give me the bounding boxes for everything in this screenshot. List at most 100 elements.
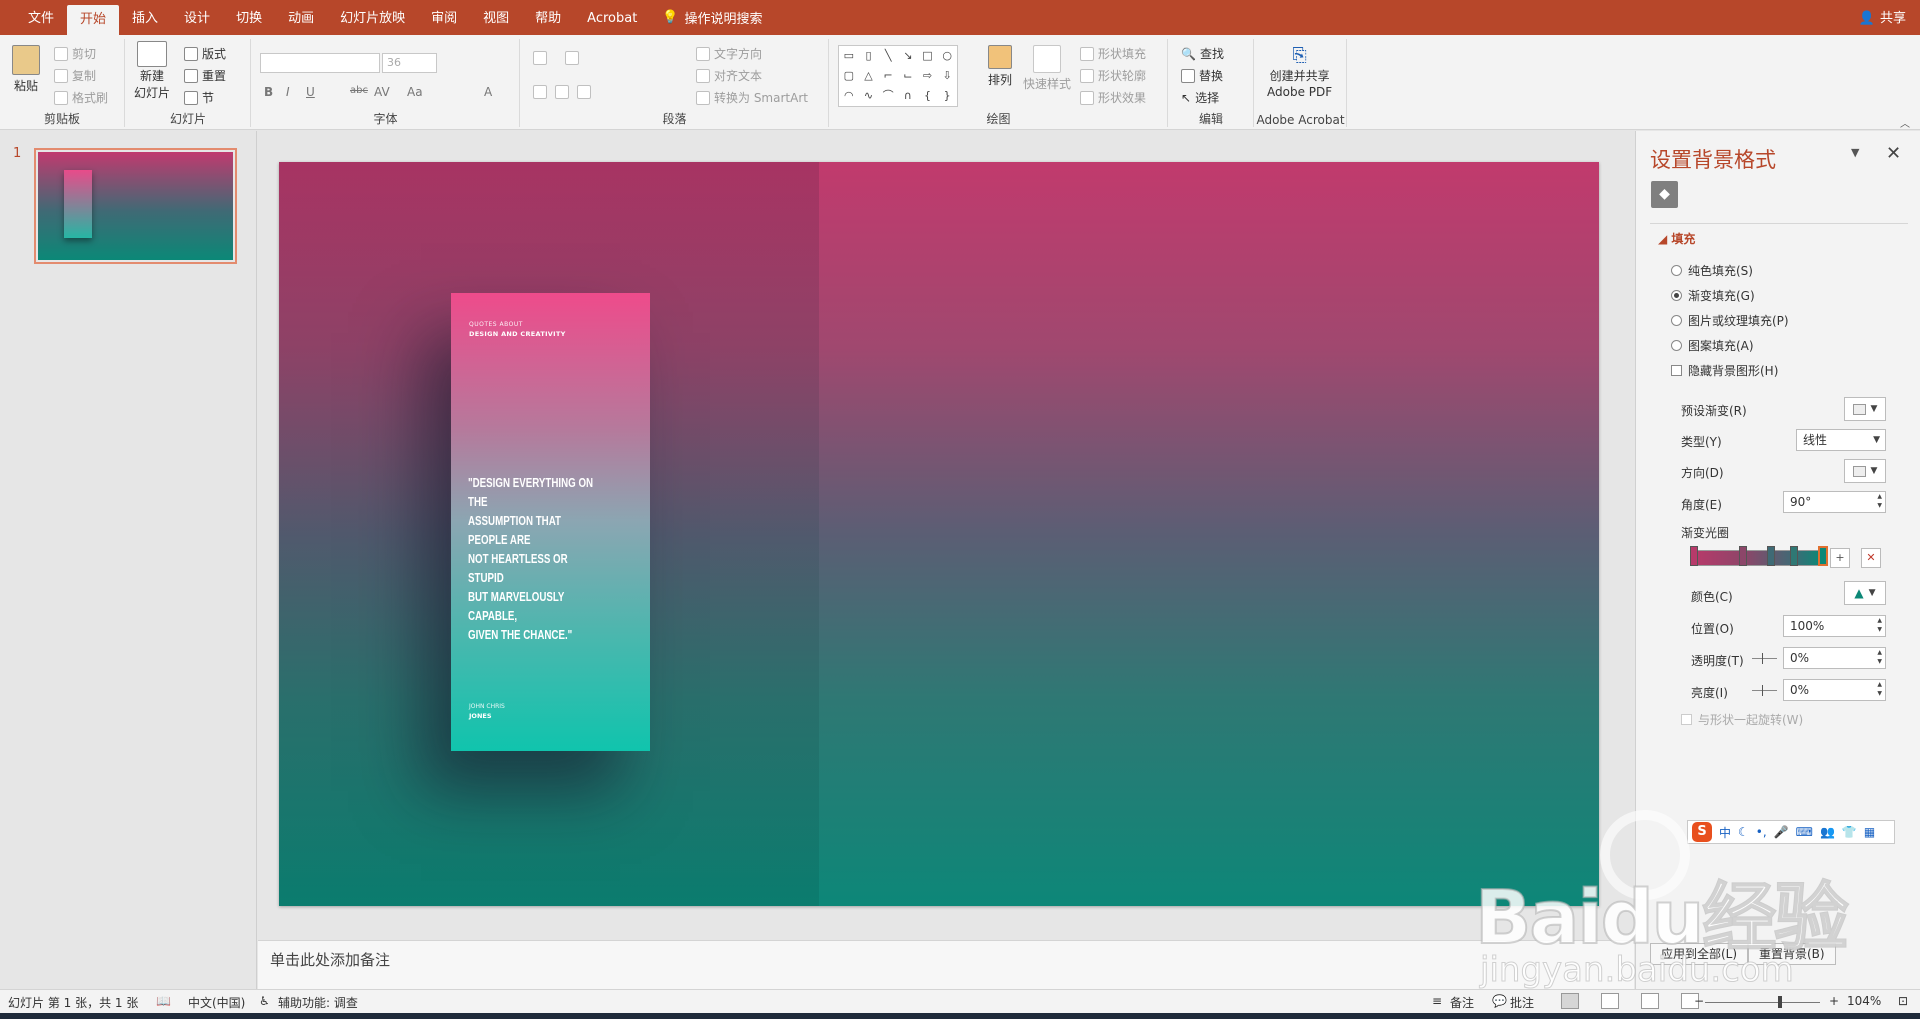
triangle-shape-icon[interactable]: △ [859, 66, 879, 86]
down-arrow-shape-icon[interactable]: ⇩ [937, 66, 957, 86]
stop-color-picker[interactable]: ▲ ▼ [1844, 581, 1886, 605]
apply-to-all-button[interactable]: 应用到全部(L) [1650, 943, 1749, 965]
brightness-slider[interactable] [1752, 685, 1777, 696]
fill-bucket-icon[interactable]: ◆ [1651, 181, 1678, 208]
shape-outline-button[interactable]: 形状轮廓 [1080, 67, 1146, 84]
share-button[interactable]: 👤 共享 [1859, 0, 1906, 37]
ime-toolbar[interactable]: S 中 ☾ •, 🎤 ⌨ 👥 👕 ▦ [1687, 820, 1895, 844]
pattern-fill-option[interactable]: 图案填充(A) [1671, 337, 1754, 354]
tab-review[interactable]: 审阅 [418, 0, 470, 35]
language-status[interactable]: 中文(中国) [188, 994, 245, 1011]
italic-button[interactable]: I [286, 85, 290, 99]
freeform-shape-icon[interactable]: ◠ [839, 86, 859, 106]
brightness-spinner[interactable]: 0% ▲ ▼ [1783, 679, 1886, 701]
position-spinner[interactable]: 100% ▲ ▼ [1783, 615, 1886, 637]
close-icon[interactable]: ✕ [1886, 143, 1901, 164]
zoom-slider-thumb[interactable] [1778, 996, 1782, 1008]
tab-transitions[interactable]: 切换 [223, 0, 275, 35]
gradient-stop-2[interactable] [1738, 546, 1747, 566]
tab-help[interactable]: 帮助 [522, 0, 574, 35]
keyboard-icon[interactable]: ⌨ [1796, 825, 1813, 839]
align-text-button[interactable]: 对齐文本 [696, 67, 762, 84]
gradient-stops-bar[interactable] [1694, 550, 1822, 566]
tell-me-search[interactable]: 💡 操作说明搜索 [650, 8, 774, 27]
reset-background-button[interactable]: 重置背景(B) [1748, 943, 1836, 965]
gradient-stop-3[interactable] [1766, 546, 1775, 566]
solid-fill-radio[interactable] [1671, 265, 1682, 276]
bullets-button[interactable] [533, 51, 547, 65]
zoom-slider-track[interactable] [1705, 1002, 1820, 1003]
vtextbox-shape-icon[interactable]: ▯ [859, 46, 879, 66]
align-right-button[interactable] [577, 85, 591, 99]
rotate-with-shape-option[interactable]: 与形状一起旋转(W) [1681, 711, 1803, 728]
numbering-button[interactable] [565, 51, 579, 65]
angle-spinner[interactable]: 90° ▲ ▼ [1783, 491, 1886, 513]
font-color-button[interactable]: A [484, 85, 492, 99]
underline-button[interactable]: U [306, 85, 315, 99]
tab-insert[interactable]: 插入 [119, 0, 171, 35]
tab-slideshow[interactable]: 幻灯片放映 [327, 0, 418, 35]
arrow-line-shape-icon[interactable]: ↘ [898, 46, 918, 66]
shirt-icon[interactable]: 👕 [1842, 825, 1857, 839]
preset-gradient-picker[interactable]: ▼ [1844, 397, 1886, 421]
grid-icon[interactable]: ▦ [1864, 825, 1875, 839]
gradient-fill-option[interactable]: 渐变填充(G) [1671, 287, 1755, 304]
tab-acrobat[interactable]: Acrobat [574, 0, 650, 35]
fit-slide-icon[interactable]: ⊡ [1898, 994, 1908, 1008]
bold-button[interactable]: B [264, 85, 273, 99]
rotate-with-shape-checkbox[interactable] [1681, 714, 1692, 725]
gradient-stop-1[interactable] [1690, 546, 1698, 566]
slide[interactable]: QUOTES ABOUT DESIGN AND CREATIVITY "DESI… [279, 162, 1599, 906]
replace-button[interactable]: 替换 [1181, 67, 1223, 84]
shape-fill-button[interactable]: 形状填充 [1080, 45, 1146, 62]
format-painter-button[interactable]: 格式刷 [54, 89, 108, 106]
slide-thumbnail[interactable] [34, 148, 237, 264]
tab-home[interactable]: 开始 [67, 5, 120, 35]
reset-button[interactable]: 重置 [184, 67, 226, 84]
paste-button[interactable]: 粘贴 [12, 45, 40, 94]
char-spacing-button[interactable]: AV [374, 85, 390, 99]
picture-fill-option[interactable]: 图片或纹理填充(P) [1671, 312, 1789, 329]
picture-fill-radio[interactable] [1671, 315, 1682, 326]
pattern-fill-radio[interactable] [1671, 340, 1682, 351]
normal-view-icon[interactable] [1561, 993, 1579, 1009]
gradient-type-select[interactable]: 线性 ▼ [1796, 429, 1886, 451]
right-arrow-shape-icon[interactable]: ⇨ [918, 66, 938, 86]
gradient-stop-4[interactable] [1789, 546, 1798, 566]
remove-stop-icon[interactable]: ✕ [1861, 548, 1881, 568]
strikethrough-button[interactable]: abc [350, 85, 368, 96]
collapse-ribbon-icon[interactable]: ︿ [1900, 115, 1910, 130]
zoom-in-icon[interactable]: + [1829, 994, 1839, 1008]
punctuation-icon[interactable]: •, [1756, 825, 1767, 839]
brace-left-shape-icon[interactable]: { [918, 86, 938, 106]
rect-shape-icon[interactable]: □ [918, 46, 938, 66]
oval-shape-icon[interactable]: ○ [937, 46, 957, 66]
fill-section-header[interactable]: ◢ 填充 [1658, 230, 1695, 247]
moon-icon[interactable]: ☾ [1738, 825, 1749, 839]
zoom-level[interactable]: 104% [1847, 994, 1881, 1008]
align-center-button[interactable] [555, 85, 569, 99]
notes-area[interactable]: 单击此处添加备注 [258, 940, 1634, 989]
font-size-combo[interactable]: 36 [382, 53, 437, 73]
line-shape-icon[interactable]: ╲ [878, 46, 898, 66]
comments-toggle[interactable]: 批注 [1510, 994, 1534, 1011]
cut-button[interactable]: 剪切 [54, 45, 96, 62]
arrange-button[interactable]: 排列 [988, 45, 1012, 88]
curve-shape-icon[interactable]: ∩ [898, 86, 918, 106]
slide-sorter-view-icon[interactable] [1601, 993, 1619, 1009]
rounded-rect-shape-icon[interactable]: ▢ [839, 66, 859, 86]
tab-file[interactable]: 文件 [15, 0, 67, 35]
zoom-out-icon[interactable]: − [1694, 994, 1704, 1008]
solid-fill-option[interactable]: 纯色填充(S) [1671, 262, 1753, 279]
hide-bg-checkbox[interactable] [1671, 365, 1682, 376]
direction-picker[interactable]: ▼ [1844, 459, 1886, 483]
align-left-button[interactable] [533, 85, 547, 99]
ime-lang-label[interactable]: 中 [1719, 824, 1731, 841]
gradient-fill-radio[interactable] [1671, 290, 1682, 301]
copy-button[interactable]: 复制 [54, 67, 96, 84]
hide-bg-graphics-option[interactable]: 隐藏背景图形(H) [1671, 362, 1778, 379]
shapes-gallery[interactable]: ▭ ▯ ╲ ↘ □ ○ ▢ △ ⌐ ⌙ ⇨ ⇩ ◠ ∿ ⌒ ∩{} [838, 45, 958, 107]
scribble-shape-icon[interactable]: ∿ [859, 86, 879, 106]
accessibility-status[interactable]: 辅助功能: 调查 [278, 994, 358, 1011]
shape-effects-button[interactable]: 形状效果 [1080, 89, 1146, 106]
